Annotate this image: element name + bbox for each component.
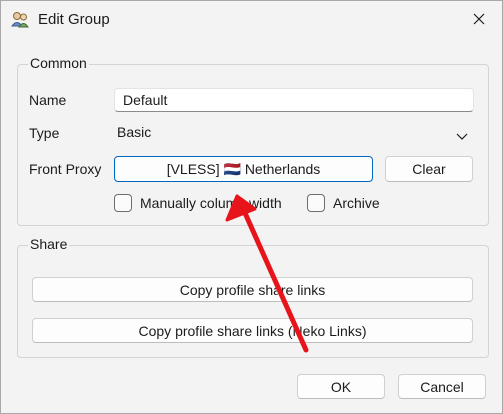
- title-bar: Edit Group: [1, 1, 502, 39]
- copy-share-links-label: Copy profile share links: [179, 281, 326, 298]
- front-proxy-value: [VLESS] 🇳🇱 Netherlands: [166, 160, 321, 177]
- close-button[interactable]: [456, 1, 502, 39]
- type-select[interactable]: Basic: [114, 121, 474, 145]
- copy-neko-links-button[interactable]: Copy profile share links (Neko Links): [32, 318, 473, 343]
- archive-checkbox-box: [307, 194, 325, 212]
- ok-button-label: OK: [330, 378, 352, 395]
- name-label: Name: [29, 92, 67, 108]
- archive-label: Archive: [333, 195, 380, 211]
- common-legend: Common: [28, 55, 89, 71]
- clear-button[interactable]: Clear: [385, 156, 473, 182]
- clear-button-label: Clear: [412, 161, 446, 177]
- copy-share-links-button[interactable]: Copy profile share links: [32, 277, 473, 302]
- window-title: Edit Group: [38, 11, 110, 28]
- chevron-down-icon: [456, 127, 468, 145]
- edit-group-dialog: Edit Group Common Name Default Type Basi…: [0, 0, 503, 414]
- ok-button[interactable]: OK: [297, 374, 385, 399]
- name-input-value: Default: [123, 92, 168, 108]
- front-proxy-label: Front Proxy: [29, 161, 102, 177]
- manually-column-width-checkbox-box: [114, 194, 132, 212]
- front-proxy-button[interactable]: [VLESS] 🇳🇱 Netherlands: [114, 156, 373, 182]
- archive-checkbox[interactable]: Archive: [307, 194, 380, 212]
- cancel-button[interactable]: Cancel: [398, 374, 486, 399]
- share-legend: Share: [28, 236, 70, 252]
- manually-column-width-checkbox[interactable]: Manually column width: [114, 194, 282, 212]
- type-label: Type: [29, 125, 60, 141]
- app-icon: [11, 11, 29, 29]
- name-input[interactable]: Default: [114, 88, 474, 112]
- close-icon: [473, 12, 485, 28]
- manually-column-width-label: Manually column width: [140, 195, 282, 211]
- copy-neko-links-label: Copy profile share links (Neko Links): [138, 322, 367, 339]
- cancel-button-label: Cancel: [420, 378, 464, 395]
- type-select-value: Basic: [117, 124, 152, 140]
